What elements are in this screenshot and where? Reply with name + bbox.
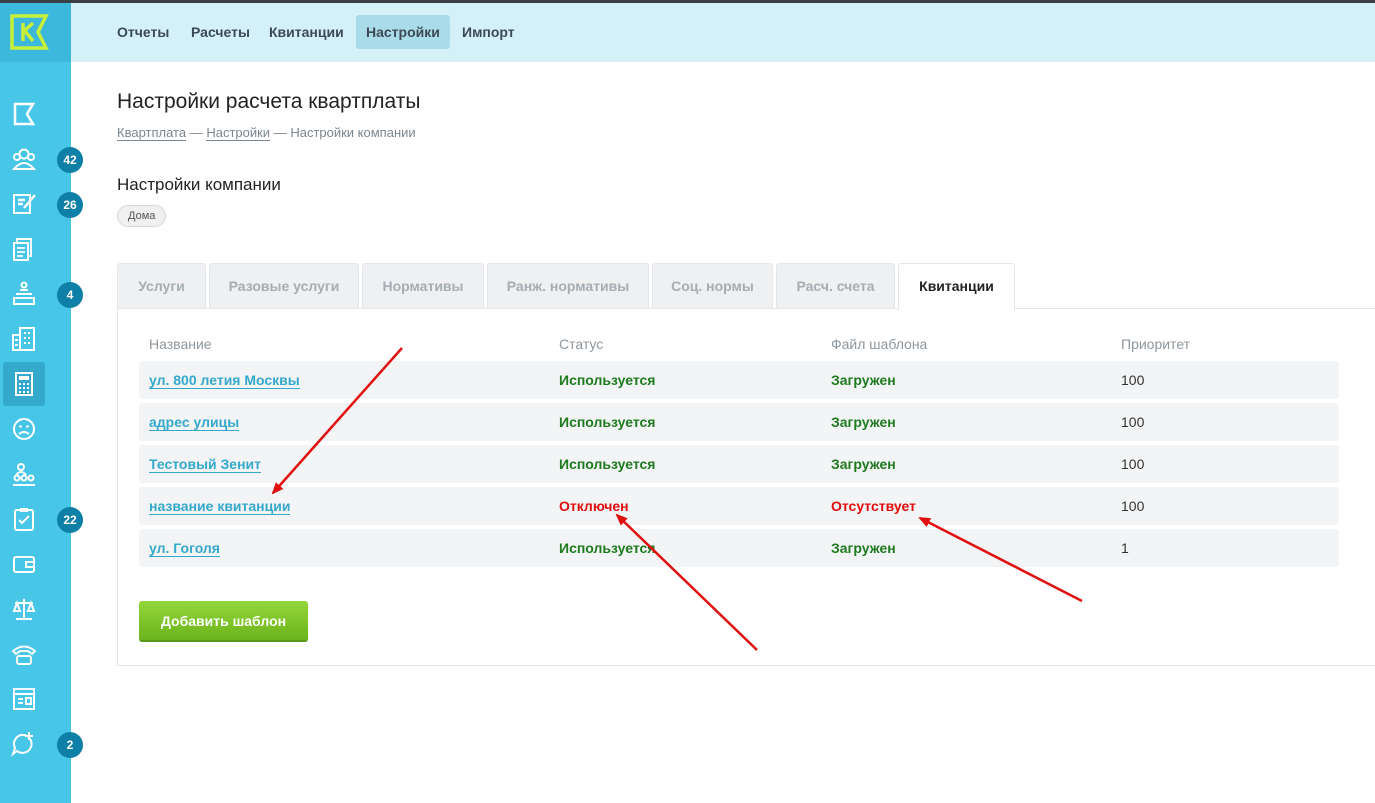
tab-norms[interactable]: Нормативы xyxy=(362,263,484,309)
tab-social-norms[interactable]: Соц. нормы xyxy=(652,263,773,309)
documents-icon xyxy=(13,238,32,261)
team-icon xyxy=(13,463,35,486)
template-name-link[interactable]: название квитанции xyxy=(149,498,291,515)
nav-import[interactable]: Импорт xyxy=(452,15,525,49)
nav-settings[interactable]: Настройки xyxy=(356,15,450,49)
table-row: Тестовый Зенит Используется Загружен 100 xyxy=(139,445,1339,483)
status-cell: Используется xyxy=(559,414,656,430)
wallet-icon xyxy=(13,556,35,573)
sidebar-item-documents[interactable] xyxy=(0,227,71,271)
column-header-priority: Приоритет xyxy=(1121,336,1191,352)
table-row: ул. 800 летия Москвы Используется Загруж… xyxy=(139,361,1339,399)
users-icon xyxy=(11,148,37,170)
breadcrumb: Квартплата — Настройки — Настройки компа… xyxy=(117,125,416,141)
sidebar-item-tasks[interactable]: 22 xyxy=(0,497,83,541)
status-cell: Используется xyxy=(559,540,656,556)
sidebar-item-building[interactable] xyxy=(0,317,71,361)
building-icon xyxy=(12,327,35,351)
tab-ranged-norms[interactable]: Ранж. нормативы xyxy=(487,263,649,309)
priority-cell: 1 xyxy=(1121,540,1129,556)
tab-receipts[interactable]: Квитанции xyxy=(898,263,1015,310)
file-cell: Загружен xyxy=(831,540,896,556)
add-template-button[interactable]: Добавить шаблон xyxy=(139,601,308,640)
file-cell: Загружен xyxy=(831,414,896,430)
clipboard-check-icon xyxy=(14,508,34,531)
status-cell: Используется xyxy=(559,372,656,388)
sidebar-item-directory[interactable] xyxy=(0,677,71,721)
sidebar-item-flag[interactable] xyxy=(0,92,71,136)
page-title: Настройки расчета квартплаты xyxy=(117,90,421,113)
file-cell: Загружен xyxy=(831,456,896,472)
houses-pill[interactable]: Дома xyxy=(117,205,167,227)
column-header-name: Название xyxy=(149,336,212,352)
nav-receipts[interactable]: Квитанции xyxy=(259,15,354,49)
template-name-link[interactable]: ул. 800 летия Москвы xyxy=(149,372,300,389)
status-cell: Отключен xyxy=(559,498,629,514)
nav-calculations[interactable]: Расчеты xyxy=(181,15,260,49)
priority-cell: 100 xyxy=(1121,498,1145,514)
sidebar-item-complaints[interactable] xyxy=(0,407,71,451)
sidebar: 42 26 4 22 2 xyxy=(0,3,83,803)
priority-cell: 100 xyxy=(1121,372,1145,388)
template-name-link[interactable]: адрес улицы xyxy=(149,414,240,431)
calculator-icon xyxy=(15,372,33,396)
priority-cell: 100 xyxy=(1121,414,1145,430)
top-navigation: Отчеты Расчеты Квитанции Настройки Импор… xyxy=(71,3,1375,62)
section-title: Настройки компании xyxy=(117,175,281,194)
sidebar-item-phone[interactable] xyxy=(0,632,71,676)
file-cell: Отсутствует xyxy=(831,498,916,514)
template-name-link[interactable]: Тестовый Зенит xyxy=(149,456,261,473)
status-cell: Используется xyxy=(559,456,656,472)
chat-plus-icon xyxy=(11,732,33,757)
phone-icon xyxy=(11,645,37,665)
sidebar-badge: 2 xyxy=(57,732,83,758)
sidebar-badge: 22 xyxy=(57,507,83,533)
sidebar-item-chat[interactable]: 2 xyxy=(0,722,83,766)
column-header-status: Статус xyxy=(559,336,604,352)
breadcrumb-link-kvartplata[interactable]: Квартплата xyxy=(117,125,187,141)
scales-icon xyxy=(12,599,36,620)
flag-icon xyxy=(13,102,36,126)
sidebar-item-team[interactable] xyxy=(0,452,71,496)
sidebar-item-edit[interactable]: 26 xyxy=(0,182,83,226)
priority-cell: 100 xyxy=(1121,456,1145,472)
sidebar-item-inbox[interactable]: 4 xyxy=(0,272,83,316)
breadcrumb-separator: — xyxy=(189,125,203,140)
sidebar-item-users[interactable]: 42 xyxy=(0,137,83,181)
nav-reports[interactable]: Отчеты xyxy=(107,15,179,49)
template-name-link[interactable]: ул. Гоголя xyxy=(149,540,220,557)
column-header-template-file: Файл шаблона xyxy=(831,336,928,352)
tab-one-time-services[interactable]: Разовые услуги xyxy=(209,263,359,309)
edit-icon xyxy=(13,194,36,214)
inbox-tray-icon xyxy=(13,281,35,305)
tab-bank-accounts[interactable]: Расч. счета xyxy=(776,263,895,309)
breadcrumb-link-settings[interactable]: Настройки xyxy=(206,125,271,141)
breadcrumb-separator: — xyxy=(273,125,287,140)
breadcrumb-current: Настройки компании xyxy=(290,125,416,140)
file-cell: Загружен xyxy=(831,372,896,388)
app-logo[interactable] xyxy=(0,3,71,62)
logo-icon xyxy=(10,14,49,50)
sidebar-badge: 26 xyxy=(57,192,83,218)
sidebar-badge: 4 xyxy=(57,282,83,308)
table-row: адрес улицы Используется Загружен 100 xyxy=(139,403,1339,441)
sidebar-badge: 42 xyxy=(57,147,83,173)
sad-face-icon xyxy=(13,418,35,440)
sidebar-item-legal[interactable] xyxy=(0,587,71,631)
id-card-icon xyxy=(13,688,35,710)
sidebar-item-calculator[interactable] xyxy=(0,362,71,406)
tab-services[interactable]: Услуги xyxy=(117,263,206,309)
table-row: название квитанции Отключен Отсутствует … xyxy=(139,487,1339,525)
sidebar-item-wallet[interactable] xyxy=(0,542,71,586)
table-row: ул. Гоголя Используется Загружен 1 xyxy=(139,529,1339,567)
